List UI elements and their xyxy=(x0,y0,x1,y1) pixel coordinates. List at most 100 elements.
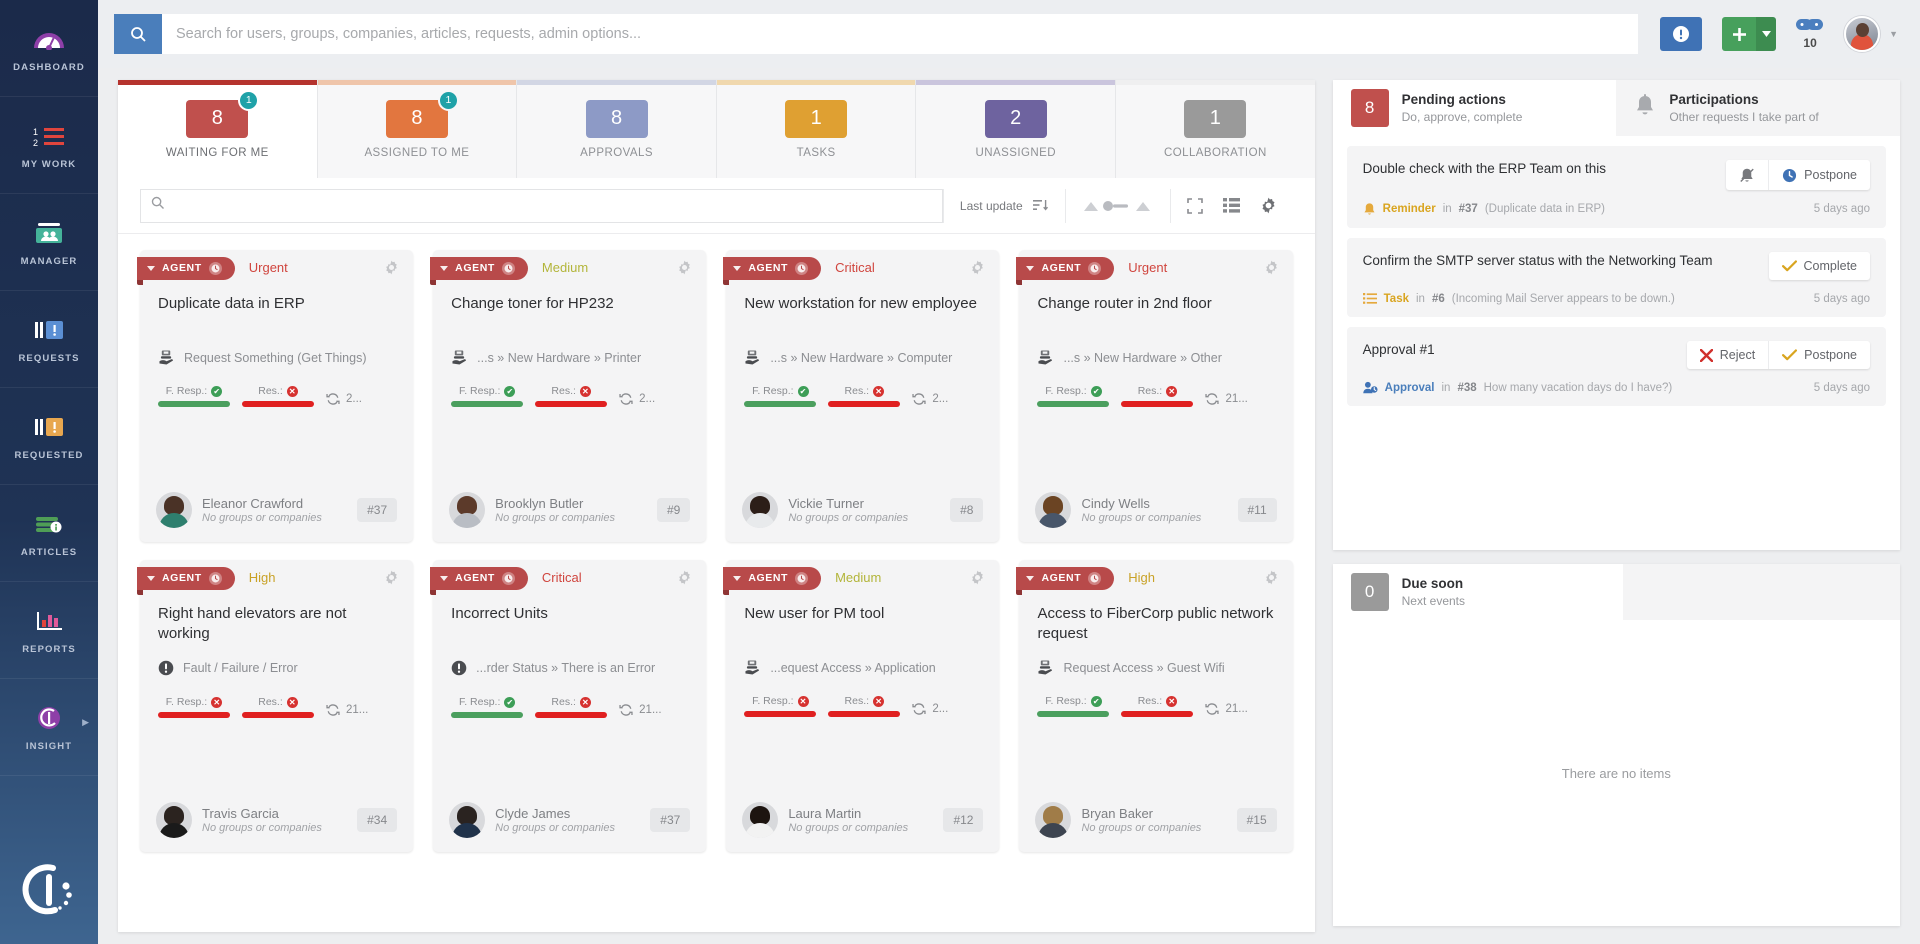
card-category-label: Request Access » Guest Wifi xyxy=(1063,661,1224,675)
assignee-name: Cindy Wells xyxy=(1081,496,1227,512)
sidebar-item-articles[interactable]: ARTICLES xyxy=(0,485,98,582)
sidebar-item-requested[interactable]: REQUESTED xyxy=(0,388,98,485)
gear-icon[interactable] xyxy=(1264,260,1279,275)
user-menu[interactable]: ▼ xyxy=(1844,16,1898,52)
card-title: New user for PM tool xyxy=(726,594,999,646)
status-bad-icon: ✕ xyxy=(1166,696,1177,707)
tab-collaboration[interactable]: 1COLLABORATION xyxy=(1116,80,1315,178)
search-input[interactable] xyxy=(162,14,1638,54)
sidebar-item-manager[interactable]: MANAGER xyxy=(0,194,98,291)
action-mute-button[interactable] xyxy=(1726,160,1769,190)
gear-icon[interactable] xyxy=(677,260,692,275)
action-label: Postpone xyxy=(1804,348,1857,362)
card-header: AGENTMedium xyxy=(433,250,706,284)
pending-action-item[interactable]: Double check with the ERP Team on thisPo… xyxy=(1347,146,1886,228)
right-panel: 8 Pending actions Do, approve, complete … xyxy=(1333,80,1900,926)
chat-bubbles-icon[interactable]: 10 xyxy=(1796,18,1824,50)
search-icon xyxy=(151,196,165,215)
tab-count: 1 xyxy=(811,107,822,130)
list-view-icon[interactable] xyxy=(1223,198,1240,213)
add-caret-down-icon[interactable] xyxy=(1756,17,1776,51)
ticket-card[interactable]: AGENTMediumNew user for PM tool...equest… xyxy=(726,560,999,852)
invgate-logo-icon xyxy=(0,776,98,944)
action-postpone-button[interactable]: Postpone xyxy=(1769,160,1870,190)
density-slider-icon[interactable] xyxy=(1082,199,1154,213)
tab-assigned-to-me[interactable]: 81ASSIGNED TO ME xyxy=(318,80,518,178)
caret-down-icon xyxy=(440,574,448,583)
ticket-card[interactable]: AGENTUrgentDuplicate data in ERPRequest … xyxy=(140,250,413,542)
gear-icon[interactable] xyxy=(970,570,985,585)
tab-waiting-for-me[interactable]: 81WAITING FOR ME xyxy=(118,80,318,178)
density-control[interactable] xyxy=(1065,189,1170,223)
card-category: ...equest Access » Application xyxy=(726,660,999,675)
item-ref[interactable]: #6 xyxy=(1432,293,1445,305)
tab-count: 8 xyxy=(611,107,622,130)
metric-resolution: Res.:✕ xyxy=(242,696,314,718)
agent-badge[interactable]: AGENT xyxy=(137,567,235,590)
status-ok-icon: ✔ xyxy=(1091,386,1102,397)
priority-label: Urgent xyxy=(1128,260,1167,275)
ticket-card[interactable]: AGENTCriticalNew workstation for new emp… xyxy=(726,250,999,542)
tab-top-strip xyxy=(318,80,517,85)
caret-down-icon xyxy=(440,264,448,273)
ticket-card[interactable]: AGENTUrgentChange router in 2nd floor...… xyxy=(1019,250,1292,542)
ticket-card[interactable]: AGENTHighRight hand elevators are not wo… xyxy=(140,560,413,852)
metric-label: Res.: xyxy=(845,385,870,397)
agent-badge[interactable]: AGENT xyxy=(723,257,821,280)
sidebar-item-my-work[interactable]: 12 MY WORK xyxy=(0,97,98,194)
item-ref[interactable]: #38 xyxy=(1457,382,1476,394)
sidebar-item-reports[interactable]: REPORTS xyxy=(0,582,98,679)
list-search-input[interactable] xyxy=(173,198,932,213)
sidebar-label: INSIGHT xyxy=(26,741,72,752)
search-icon[interactable] xyxy=(114,14,162,54)
gear-icon[interactable] xyxy=(384,260,399,275)
status-ok-icon: ✔ xyxy=(211,386,222,397)
agent-label: AGENT xyxy=(162,572,202,584)
metric-bar xyxy=(158,401,230,407)
alert-circle-icon[interactable] xyxy=(1660,17,1702,51)
gear-icon[interactable] xyxy=(970,260,985,275)
tab-tasks[interactable]: 1TASKS xyxy=(717,80,917,178)
tab-participations[interactable]: Participations Other requests I take par… xyxy=(1616,80,1900,136)
sidebar-item-requests[interactable]: REQUESTS xyxy=(0,291,98,388)
action-reject-button[interactable]: Reject xyxy=(1687,341,1769,369)
gear-icon[interactable] xyxy=(677,570,692,585)
gear-icon[interactable] xyxy=(1264,570,1279,585)
gear-icon[interactable] xyxy=(1260,197,1277,214)
sort-descending-icon[interactable] xyxy=(1033,198,1049,214)
agent-badge[interactable]: AGENT xyxy=(1016,567,1114,590)
tab-approvals[interactable]: 8APPROVALS xyxy=(517,80,717,178)
ticket-card[interactable]: AGENTCriticalIncorrect Units...rder Stat… xyxy=(433,560,706,852)
sidebar-item-insight[interactable]: INSIGHT ▶ xyxy=(0,679,98,776)
list-search[interactable] xyxy=(140,189,943,223)
fullscreen-icon[interactable] xyxy=(1187,198,1203,214)
agent-label: AGENT xyxy=(748,572,788,584)
due-soon-tab[interactable]: 0 Due soon Next events xyxy=(1333,564,1623,620)
agent-badge[interactable]: AGENT xyxy=(137,257,235,280)
ticket-card[interactable]: AGENTHighAccess to FiberCorp public netw… xyxy=(1019,560,1292,852)
reopen-value: 21... xyxy=(639,704,661,716)
metric-label: F. Resp.: xyxy=(459,696,500,708)
agent-badge[interactable]: AGENT xyxy=(430,567,528,590)
ticket-card[interactable]: AGENTMediumChange toner for HP232...s » … xyxy=(433,250,706,542)
plus-icon[interactable] xyxy=(1722,17,1756,51)
agent-badge[interactable]: AGENT xyxy=(1016,257,1114,280)
pending-action-item[interactable]: Confirm the SMTP server status with the … xyxy=(1347,238,1886,317)
sort-control[interactable]: Last update xyxy=(943,189,1065,223)
card-footer: Travis GarciaNo groups or companies#34 xyxy=(140,802,413,838)
tab-count-chip: 81 xyxy=(186,100,248,138)
agent-badge[interactable]: AGENT xyxy=(723,567,821,590)
card-category-label: Request Something (Get Things) xyxy=(184,351,367,365)
gear-icon[interactable] xyxy=(384,570,399,585)
agent-badge[interactable]: AGENT xyxy=(430,257,528,280)
sidebar-item-dashboard[interactable]: DASHBOARD xyxy=(0,0,98,97)
tab-pending-actions[interactable]: 8 Pending actions Do, approve, complete xyxy=(1333,80,1617,136)
clock-icon xyxy=(502,262,515,275)
assignee-name: Laura Martin xyxy=(788,806,933,822)
request-hand-icon xyxy=(451,350,468,365)
action-complete-button[interactable]: Complete xyxy=(1769,252,1871,280)
action-postpone-button[interactable]: Postpone xyxy=(1769,341,1870,369)
item-ref[interactable]: #37 xyxy=(1459,203,1478,215)
tab-unassigned[interactable]: 2UNASSIGNED xyxy=(916,80,1116,178)
pending-action-item[interactable]: Approval #1RejectPostponeApprovalin#38Ho… xyxy=(1347,327,1886,406)
